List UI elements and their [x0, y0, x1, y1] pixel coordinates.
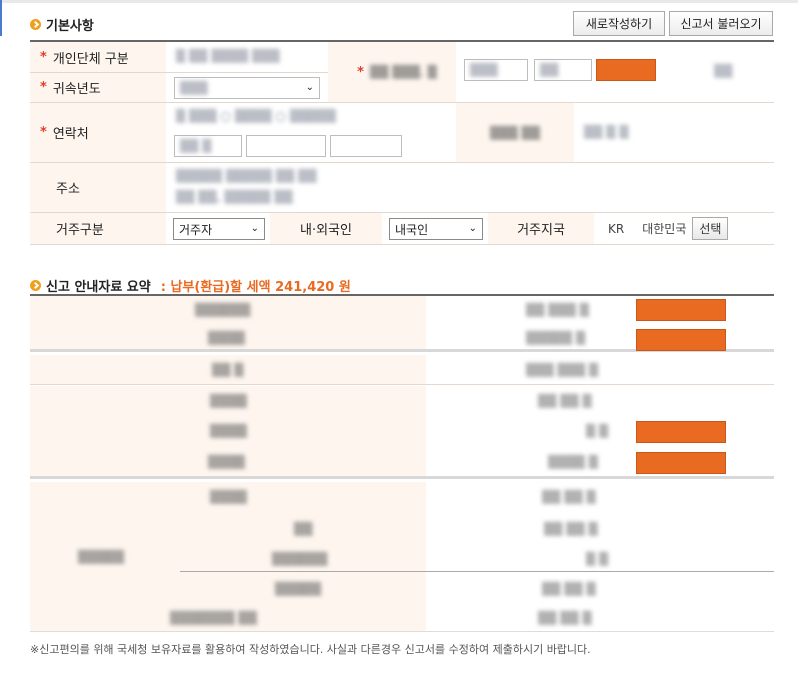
basic-info-table: * 개인단체 구분 ▒ ▒▒ ▒▒▒▒ ▒▒▒ * ▒▒ ▒▒▒. ▒ ▒▒▒ ▒▒…	[30, 40, 774, 245]
label-type: * 개인단체 구분	[30, 42, 166, 73]
section-bullet-icon	[30, 19, 41, 30]
blurred-type-value: ▒ ▒▒ ▒▒▒▒ ▒▒▒	[176, 49, 280, 63]
label-year: * 귀속년도	[30, 73, 166, 103]
top-divider	[0, 0, 798, 3]
country-code: KR	[608, 221, 625, 236]
type-value[interactable]: ▒ ▒▒ ▒▒▒▒ ▒▒▒	[166, 42, 328, 73]
summary-row: ▒▒▒▒ ▒ ▒	[30, 416, 774, 446]
label-contact: * 연락처	[30, 103, 166, 163]
summary-row: ▒▒▒▒ ▒▒▒▒▒ ▒	[30, 324, 774, 352]
section-bullet-icon	[30, 280, 41, 291]
phone-input-3[interactable]	[330, 135, 402, 157]
label-address: 주소	[30, 163, 166, 213]
label-country: 거주지국	[488, 213, 594, 245]
footnote: ※신고편의를 위해 국세청 보유자료를 활용하여 작성하였습니다. 사실과 다른…	[30, 643, 591, 656]
nationality-select[interactable]: 내국인 ⌄	[389, 218, 483, 240]
left-accent-bar	[0, 0, 2, 36]
new-write-button[interactable]: 새로작성하기	[573, 11, 665, 36]
summary-row: ▒▒▒▒ ▒▒ ▒▒ ▒	[30, 386, 774, 416]
residence-cell: 거주자 ⌄	[166, 213, 270, 245]
id-lookup-button[interactable]	[596, 59, 656, 81]
load-report-button[interactable]: 신고서 불러오기	[669, 11, 773, 36]
blurred-contact-options: ▒ ▒▒▒ ○ ▒▒▒▒ ○ ▒▒▒▒▒	[176, 109, 336, 123]
payable-tax-amount: : 납부(환급)할 세액 241,420 원	[160, 280, 351, 295]
summary-detail-button[interactable]	[636, 421, 726, 443]
chevron-down-icon: ⌄	[250, 223, 259, 234]
summary-detail-button[interactable]	[636, 299, 726, 321]
country-select-button[interactable]: 선택	[692, 217, 729, 240]
summary-detail-button[interactable]	[636, 452, 726, 474]
label-blurred-id: * ▒▒ ▒▒▒. ▒	[328, 42, 456, 103]
summary-section-title: 신고 안내자료 요약 : 납부(환급)할 세액 241,420 원	[30, 276, 351, 295]
label-blurred-contact2: ▒▒▒ ▒▒	[456, 103, 574, 163]
chevron-down-icon: ⌄	[305, 82, 314, 93]
id-extra-value: ▒▒	[692, 42, 774, 103]
summary-group: ▒▒▒▒▒ ▒▒ ▒▒▒▒▒▒ ▒▒▒▒▒ ▒▒ ▒▒ ▒ ▒ ▒ ▒▒ ▒▒ …	[30, 514, 774, 604]
basic-section-title: 기본사항	[30, 15, 94, 34]
blurred-address-line1: ▒▒▒▒▒ ▒▒▒▒▒ ▒▒ ▒▒	[176, 169, 317, 183]
summary-row: ▒▒▒▒▒▒ ▒▒ ▒▒▒ ▒	[30, 296, 774, 324]
phone-input-1[interactable]: ▒▒ ▒	[174, 135, 242, 157]
summary-row: ▒▒ ▒ ▒▒▒ ▒▒▒ ▒	[30, 355, 774, 385]
label-nationality: 내·외국인	[270, 213, 382, 245]
residence-select[interactable]: 거주자 ⌄	[173, 218, 265, 240]
id-input-group: ▒▒▒ ▒▒	[456, 42, 692, 103]
year-cell: ▒▒▒ ⌄	[166, 73, 328, 103]
phone-input-2[interactable]	[246, 135, 326, 157]
nationality-cell: 내국인 ⌄	[382, 213, 488, 245]
summary-row: ▒▒▒▒ ▒▒▒▒ ▒	[30, 446, 774, 479]
blurred-address-line2: ▒▒ ▒▒, ▒▒▒▒▒ ▒▒	[176, 190, 293, 204]
year-select[interactable]: ▒▒▒ ⌄	[174, 77, 320, 99]
chevron-down-icon: ⌄	[468, 223, 477, 234]
id-input-2[interactable]: ▒▒	[534, 59, 592, 81]
contact2-value: ▒▒ ▒ ▒	[574, 103, 774, 163]
summary-row: ▒▒▒▒▒▒▒ ▒▒ ▒▒ ▒▒ ▒	[30, 604, 774, 632]
id-input-1[interactable]: ▒▒▒	[464, 59, 528, 81]
country-cell: KR 대한민국 선택	[594, 213, 774, 245]
country-name: 대한민국	[642, 222, 687, 236]
address-value: ▒▒▒▒▒ ▒▒▒▒▒ ▒▒ ▒▒ ▒▒ ▒▒, ▒▒▒▒▒ ▒▒	[166, 163, 774, 213]
summary-row: ▒▒▒▒ ▒▒ ▒▒ ▒	[30, 482, 774, 514]
contact-cell: ▒ ▒▒▒ ○ ▒▒▒▒ ○ ▒▒▒▒▒ ▒▒ ▒	[166, 103, 456, 163]
label-residence: 거주구분	[30, 213, 166, 245]
summary-detail-button[interactable]	[636, 329, 726, 351]
